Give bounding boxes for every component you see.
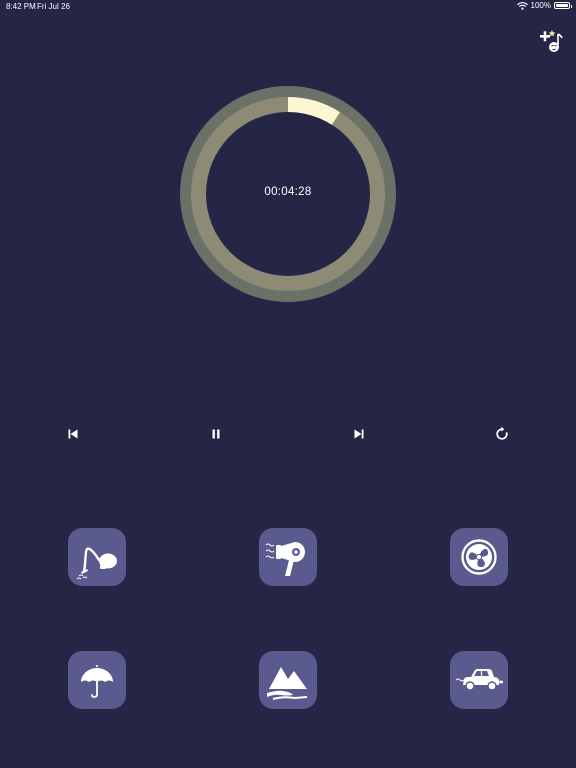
sound-car-button[interactable] — [450, 651, 508, 709]
pause-button[interactable] — [208, 426, 224, 442]
battery-percent: 100% — [530, 1, 551, 10]
battery-icon — [554, 2, 572, 9]
timer-dial: 00:04:28 — [180, 86, 396, 302]
sound-hair-dryer-button[interactable] — [259, 528, 317, 586]
status-date: Fri Jul 26 — [37, 2, 70, 11]
skip-forward-icon — [354, 429, 364, 439]
timer-display: 00:04:28 — [264, 186, 312, 198]
sound-stream-button[interactable] — [259, 651, 317, 709]
umbrella-rain-icon — [81, 665, 113, 698]
add-sound-button[interactable] — [536, 28, 566, 54]
hair-dryer-icon — [265, 542, 305, 576]
skip-back-icon — [68, 429, 78, 439]
repeat-icon — [496, 426, 508, 440]
next-button[interactable] — [351, 426, 367, 442]
wifi-icon — [516, 1, 528, 10]
car-icon — [455, 669, 503, 691]
pause-icon — [212, 429, 220, 439]
previous-button[interactable] — [65, 426, 81, 442]
repeat-button[interactable] — [494, 426, 510, 442]
status-time: 8:42 PM — [6, 2, 36, 11]
sound-rain-button[interactable] — [68, 651, 126, 709]
add-music-icon — [540, 30, 563, 52]
sound-fan-button[interactable] — [450, 528, 508, 586]
status-indicators: 100% — [516, 1, 572, 10]
status-bar: 8:42 PM Fri Jul 26 100% — [0, 0, 576, 14]
fan-icon — [461, 539, 497, 575]
vacuum-cleaner-icon — [76, 547, 117, 580]
sound-vacuum-button[interactable] — [68, 528, 126, 586]
mountain-stream-icon — [267, 667, 308, 700]
